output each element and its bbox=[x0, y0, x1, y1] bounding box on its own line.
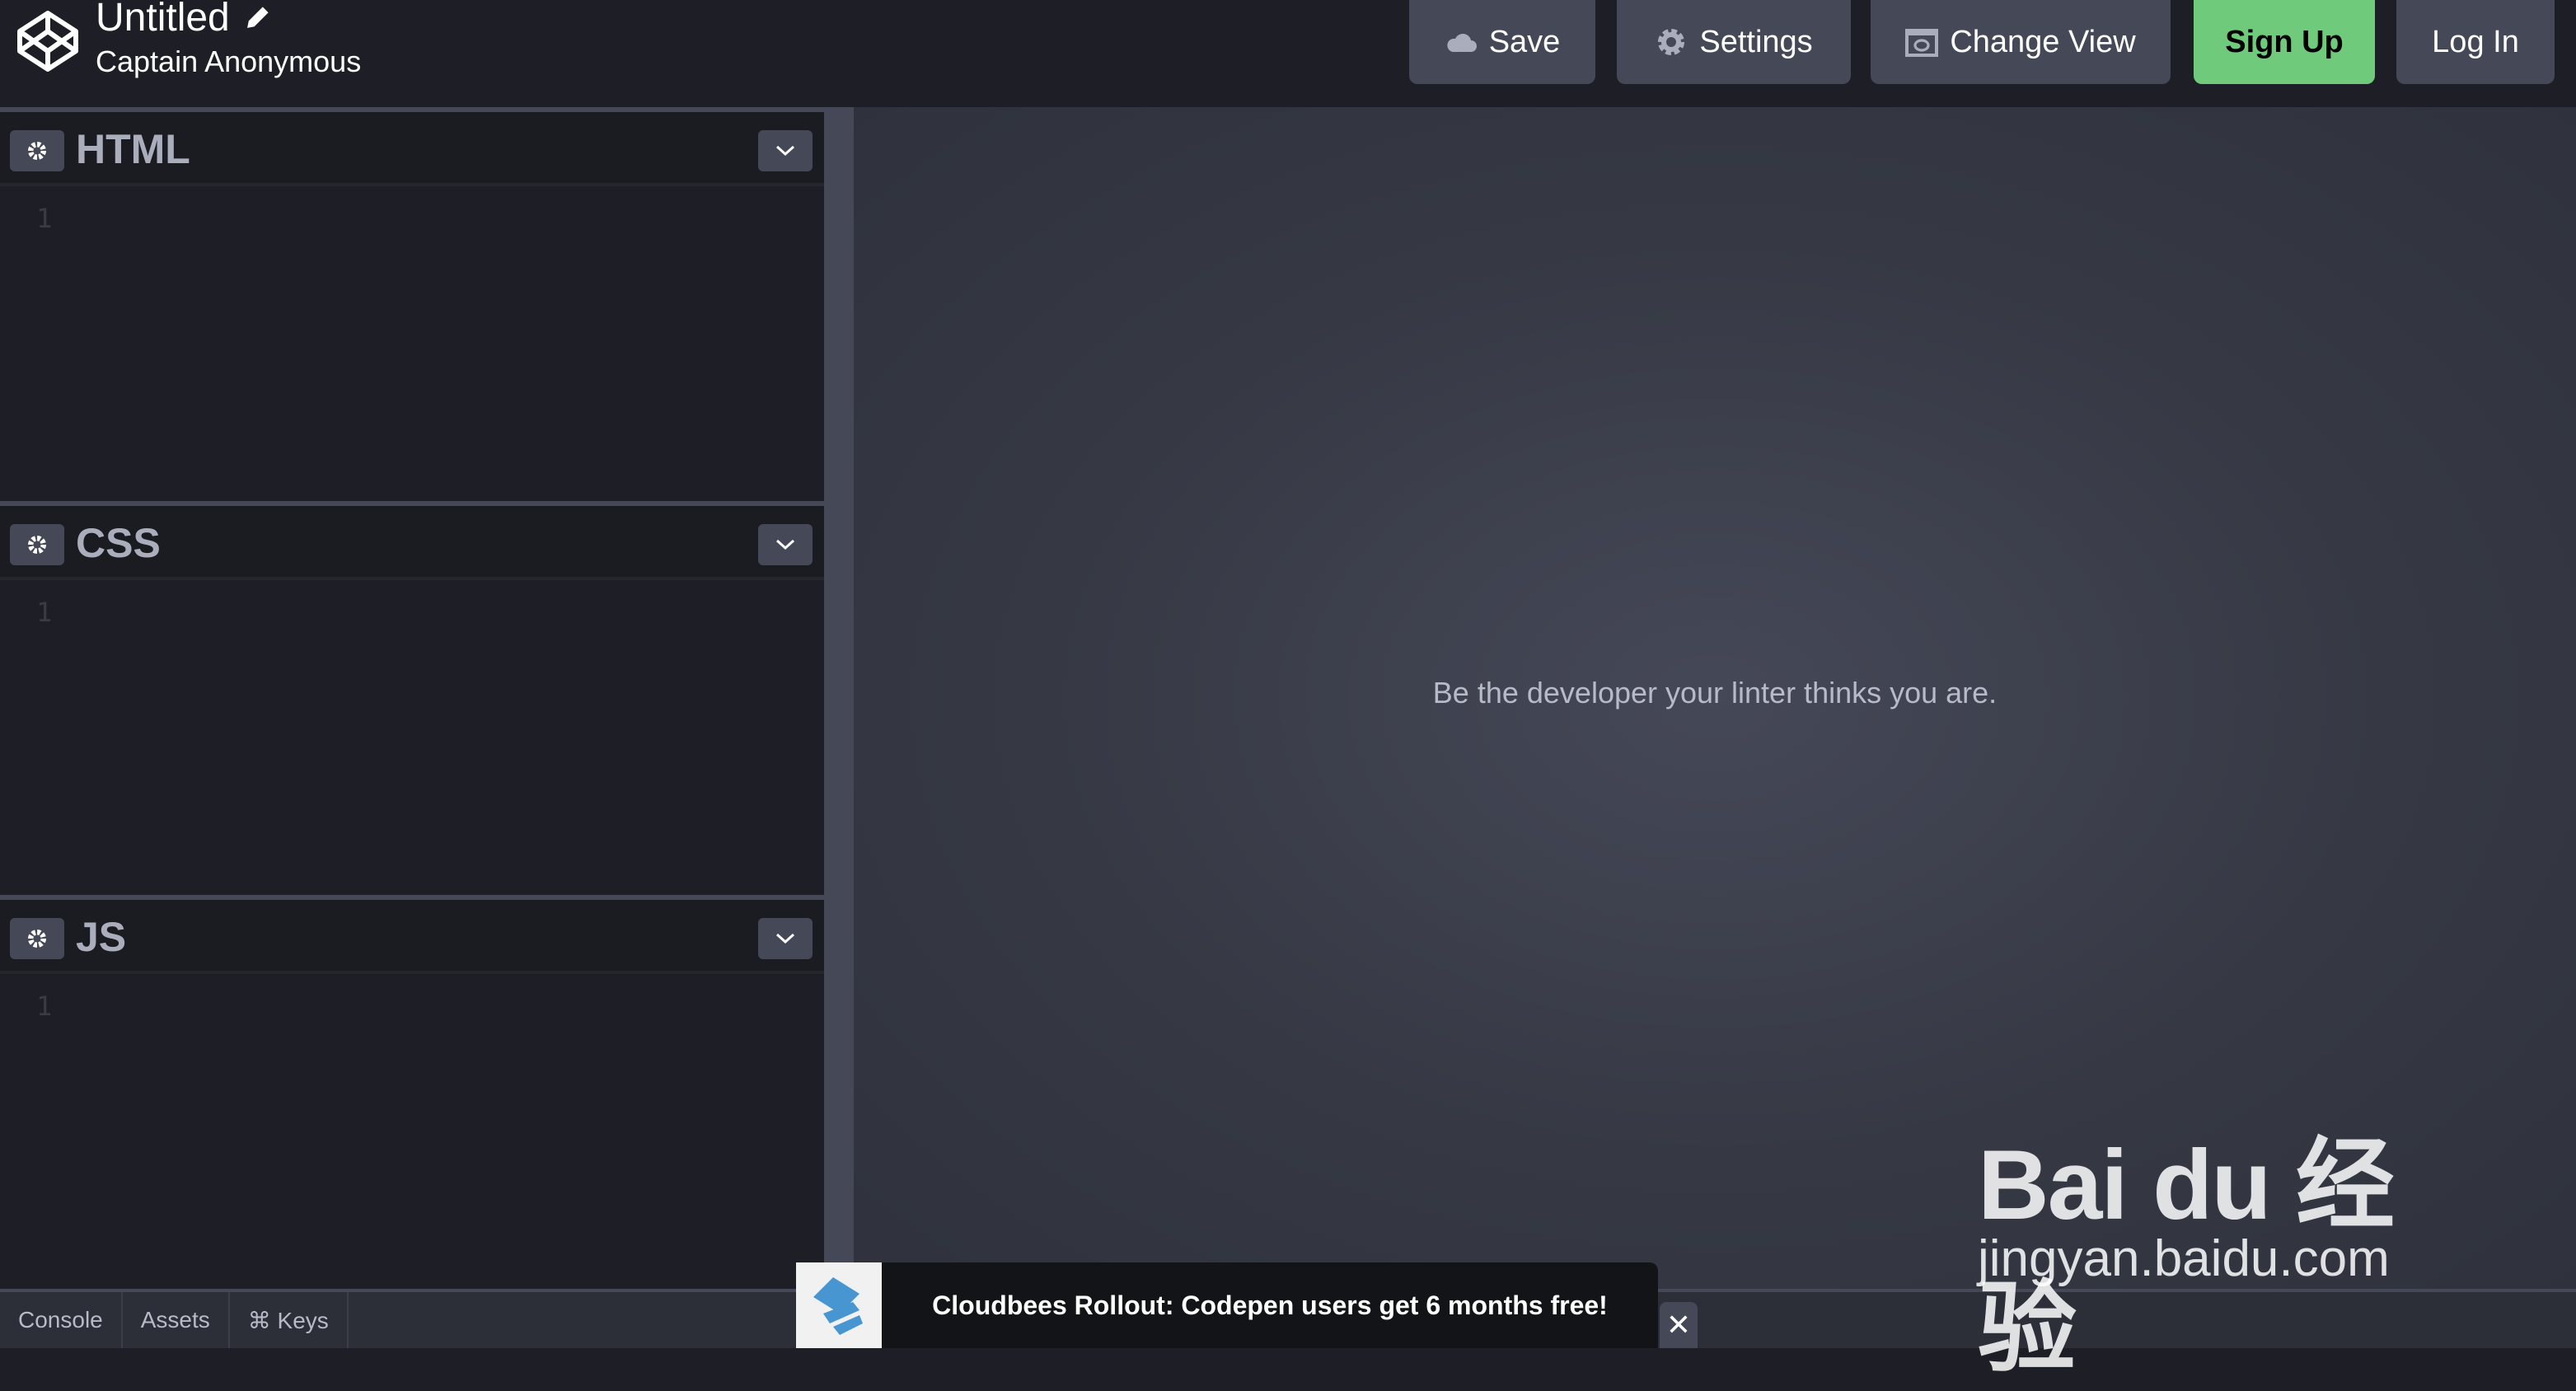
codepen-logo-icon[interactable] bbox=[15, 8, 81, 74]
css-settings-button[interactable] bbox=[10, 524, 64, 565]
pen-title-text: Untitled bbox=[96, 0, 230, 40]
js-code-editor[interactable]: 1 bbox=[0, 974, 824, 1289]
line-number: 1 bbox=[36, 203, 53, 234]
preview-tagline: Be the developer your linter thinks you … bbox=[1432, 676, 1998, 710]
assets-tab[interactable]: Assets bbox=[123, 1292, 230, 1348]
keys-tab[interactable]: ⌘ Keys bbox=[230, 1292, 349, 1348]
view-icon bbox=[1905, 29, 1939, 57]
cloudbees-logo-icon bbox=[796, 1262, 882, 1348]
watermark-url: jingyan.baidu.com bbox=[1978, 1230, 2390, 1287]
js-settings-button[interactable] bbox=[10, 918, 64, 959]
html-settings-button[interactable] bbox=[10, 130, 64, 171]
chevron-down-icon bbox=[775, 145, 795, 157]
settings-button[interactable]: Settings bbox=[1617, 0, 1851, 84]
html-editor-title: HTML bbox=[76, 126, 190, 172]
save-label: Save bbox=[1488, 24, 1561, 59]
js-editor-title: JS bbox=[76, 914, 127, 960]
cloud-icon bbox=[1447, 33, 1477, 52]
pen-title[interactable]: Untitled bbox=[96, 0, 271, 40]
top-bar: Untitled Captain Anonymous Save Settings… bbox=[0, 0, 2576, 107]
close-ad-button[interactable]: ✕ bbox=[1660, 1302, 1698, 1348]
css-editor-header: CSS bbox=[0, 506, 824, 580]
line-number: 1 bbox=[36, 991, 53, 1022]
chevron-down-icon bbox=[775, 539, 795, 550]
settings-label: Settings bbox=[1699, 24, 1813, 59]
gear-icon bbox=[27, 535, 47, 555]
pane-resizer[interactable] bbox=[824, 107, 854, 1289]
gear-icon bbox=[1658, 29, 1685, 55]
save-button[interactable]: Save bbox=[1409, 0, 1595, 84]
owner-name[interactable]: Captain Anonymous bbox=[96, 44, 361, 79]
html-code-editor[interactable]: 1 bbox=[0, 186, 824, 501]
js-editor-header: JS bbox=[0, 900, 824, 974]
change-view-button[interactable]: Change View bbox=[1871, 0, 2171, 84]
baidu-watermark: Bai du 经验 jingyan.baidu.com bbox=[1978, 1071, 2456, 1384]
chevron-down-icon bbox=[775, 933, 795, 944]
html-collapse-button[interactable] bbox=[758, 130, 813, 171]
gear-icon bbox=[27, 929, 47, 948]
js-collapse-button[interactable] bbox=[758, 918, 813, 959]
gear-icon bbox=[27, 141, 47, 161]
console-tab[interactable]: Console bbox=[0, 1292, 123, 1348]
html-editor-header: HTML bbox=[0, 112, 824, 186]
line-number: 1 bbox=[36, 597, 53, 628]
css-editor-title: CSS bbox=[76, 520, 161, 566]
ad-text[interactable]: Cloudbees Rollout: Codepen users get 6 m… bbox=[882, 1262, 1658, 1348]
css-code-editor[interactable]: 1 bbox=[0, 580, 824, 895]
log-in-button[interactable]: Log In bbox=[2396, 0, 2555, 84]
pencil-icon[interactable] bbox=[243, 4, 271, 32]
change-view-label: Change View bbox=[1950, 24, 2136, 59]
css-collapse-button[interactable] bbox=[758, 524, 813, 565]
ad-banner[interactable]: Cloudbees Rollout: Codepen users get 6 m… bbox=[796, 1262, 1658, 1348]
sign-up-button[interactable]: Sign Up bbox=[2194, 0, 2375, 84]
